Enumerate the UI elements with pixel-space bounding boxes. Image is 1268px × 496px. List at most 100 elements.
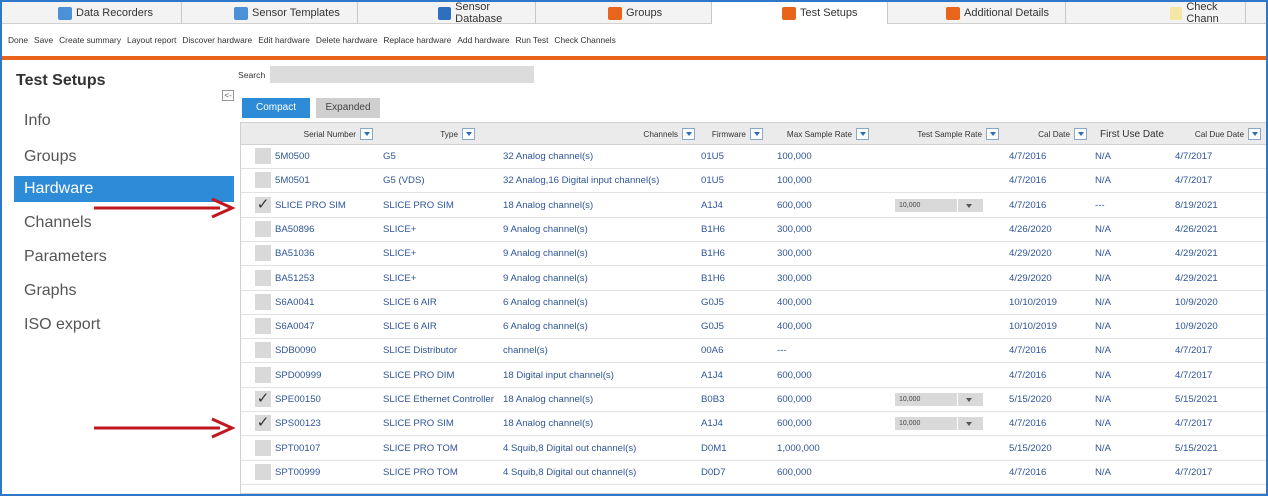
table-row[interactable]: BA50896 SLICE+ 9 Analog channel(s) B1H6 300,… bbox=[241, 218, 1266, 242]
table-row[interactable]: 5M0501 G5 (VDS) 32 Analog,16 Digital input… bbox=[241, 169, 1266, 194]
tab-test-setups[interactable]: Test Setups bbox=[712, 2, 888, 24]
row-checkbox[interactable] bbox=[255, 439, 271, 456]
discover-hardware-button[interactable]: Discover hardware bbox=[182, 35, 252, 45]
tab-additional-details[interactable]: Additional Details bbox=[888, 2, 1066, 24]
filter-dropdown-icon[interactable] bbox=[750, 128, 763, 140]
expanded-view-button[interactable]: Expanded bbox=[316, 98, 380, 118]
row-checkbox[interactable]: ✓ bbox=[255, 391, 271, 407]
filter-dropdown-icon[interactable] bbox=[1074, 128, 1087, 140]
column-header-serial-number[interactable]: Serial Number bbox=[275, 123, 379, 145]
row-checkbox[interactable]: ✓ bbox=[255, 196, 271, 213]
test-sample-rate-select[interactable]: 10,000 bbox=[895, 417, 983, 431]
cell-channels: 18 Analog channel(s) bbox=[503, 394, 594, 405]
table-row[interactable]: SPD00999 SLICE PRO DIM 18 Digital input ch… bbox=[241, 364, 1266, 388]
table-row[interactable]: ✓ SPS00123 SLICE PRO SIM 18 Analog channel(… bbox=[241, 412, 1266, 437]
tab-check-chann[interactable]: Check Chann bbox=[1066, 2, 1246, 25]
replace-hardware-button[interactable]: Replace hardware bbox=[383, 35, 451, 45]
search-input[interactable] bbox=[270, 66, 534, 83]
table-row[interactable]: S6A0041 SLICE 6 AIR 6 Analog channel(s) G0J… bbox=[241, 291, 1266, 315]
column-header-channels[interactable]: Channels bbox=[481, 123, 701, 145]
cell-first-use: N/A bbox=[1095, 466, 1111, 478]
row-checkbox[interactable] bbox=[255, 148, 271, 164]
collapse-sidebar-icon[interactable]: <- bbox=[222, 90, 234, 101]
layout-report-button[interactable]: Layout report bbox=[127, 35, 176, 45]
table-row[interactable]: 5M0500 G5 32 Analog channel(s) 01U5 100,000 4… bbox=[241, 145, 1266, 169]
cell-cal-due: 4/7/2017 bbox=[1175, 175, 1213, 187]
cell-max-rate: 100,000 bbox=[777, 175, 812, 187]
column-header-label: First Use Date bbox=[1100, 128, 1164, 140]
column-header-test-sample-rate[interactable]: Test Sample Rate bbox=[875, 123, 1005, 145]
delete-hardware-button[interactable]: Delete hardware bbox=[316, 35, 377, 45]
cell-first-use: N/A bbox=[1095, 394, 1111, 405]
row-checkbox[interactable] bbox=[255, 293, 271, 310]
filter-dropdown-icon[interactable] bbox=[986, 128, 999, 140]
sidebar-item-iso-export[interactable]: ISO export bbox=[14, 312, 234, 338]
row-checkbox[interactable] bbox=[255, 342, 271, 359]
cell-channels: 6 Analog channel(s) bbox=[503, 296, 588, 308]
cell-first-use: N/A bbox=[1095, 442, 1111, 454]
table-row[interactable]: SDB0090 SLICE Distributor channel(s) 00A6 -… bbox=[241, 339, 1266, 364]
filter-dropdown-icon[interactable] bbox=[1248, 128, 1261, 140]
run-test-button[interactable]: Run Test bbox=[516, 35, 549, 45]
table-row[interactable]: BA51036 SLICE+ 9 Analog channel(s) B1H6 300,… bbox=[241, 242, 1266, 267]
compact-view-button[interactable]: Compact bbox=[242, 98, 310, 118]
cell-cal-due: 8/19/2021 bbox=[1175, 199, 1218, 211]
column-header-type[interactable]: Type bbox=[379, 123, 481, 145]
table-row[interactable]: BA51253 SLICE+ 9 Analog channel(s) B1H6 300,… bbox=[241, 267, 1266, 291]
table-row[interactable]: ✓ SPE00150 SLICE Ethernet Controller 18 Ana… bbox=[241, 388, 1266, 412]
cell-cal-date: 4/7/2016 bbox=[1009, 175, 1047, 187]
column-header-label: Firmware bbox=[711, 129, 746, 139]
row-checkbox[interactable] bbox=[255, 366, 271, 383]
column-header-cal-due-date[interactable]: Cal Due Date bbox=[1175, 123, 1266, 145]
table-row[interactable]: SPT00107 SLICE PRO TOM 4 Squib,8 Digital o… bbox=[241, 437, 1266, 461]
column-header-cal-date[interactable]: Cal Date bbox=[1005, 123, 1093, 145]
sidebar-item-info[interactable]: Info bbox=[14, 108, 234, 134]
done-button[interactable]: Done bbox=[8, 35, 28, 45]
cell-first-use: N/A bbox=[1095, 223, 1111, 235]
row-checkbox[interactable]: ✓ bbox=[255, 415, 271, 432]
column-header-firmware[interactable]: Firmware bbox=[701, 123, 769, 145]
edit-hardware-button[interactable]: Edit hardware bbox=[258, 35, 310, 45]
cell-cal-date: 4/7/2016 bbox=[1009, 199, 1047, 211]
column-header-label: Test Sample Rate bbox=[917, 129, 982, 139]
tab-data-recorders[interactable]: Data Recorders bbox=[2, 2, 182, 24]
filter-dropdown-icon[interactable] bbox=[856, 128, 869, 140]
chevron-down-icon[interactable] bbox=[966, 398, 972, 402]
column-header-label: Type bbox=[440, 129, 458, 139]
sidebar-item-groups[interactable]: Groups bbox=[14, 144, 234, 170]
add-hardware-button[interactable]: Add hardware bbox=[457, 35, 509, 45]
table-row[interactable]: ✓ SLICE PRO SIM SLICE PRO SIM 18 Analog cha… bbox=[241, 194, 1266, 218]
tab-sensor-database[interactable]: Sensor Database bbox=[358, 2, 536, 25]
cell-type: SLICE+ bbox=[383, 272, 417, 284]
check-channels-button[interactable]: Check Channels bbox=[554, 35, 615, 45]
row-checkbox[interactable] bbox=[255, 269, 271, 286]
sidebar-item-parameters[interactable]: Parameters bbox=[14, 244, 234, 270]
row-checkbox[interactable] bbox=[255, 172, 271, 189]
cell-type: SLICE PRO SIM bbox=[383, 199, 454, 211]
row-checkbox[interactable] bbox=[255, 245, 271, 262]
chevron-down-icon[interactable] bbox=[966, 203, 972, 208]
test-sample-rate-select[interactable]: 10,000 bbox=[895, 393, 983, 406]
cell-first-use: N/A bbox=[1095, 151, 1111, 162]
test-sample-rate-select[interactable]: 10,000 bbox=[895, 198, 983, 212]
column-header-max-sample-rate[interactable]: Max Sample Rate bbox=[769, 123, 875, 145]
filter-dropdown-icon[interactable] bbox=[682, 128, 695, 140]
table-row[interactable]: SPT00999 SLICE PRO TOM 4 Squib,8 Digital o… bbox=[241, 461, 1266, 485]
tab-sensor-templates[interactable]: Sensor Templates bbox=[182, 2, 358, 24]
groups-icon bbox=[608, 6, 622, 20]
filter-dropdown-icon[interactable] bbox=[462, 128, 475, 140]
cell-type: SLICE PRO DIM bbox=[383, 369, 455, 381]
row-checkbox[interactable] bbox=[255, 220, 271, 237]
tab-groups[interactable]: Groups bbox=[536, 2, 712, 24]
chevron-down-icon[interactable] bbox=[966, 422, 972, 427]
save-button[interactable]: Save bbox=[34, 35, 53, 45]
create-summary-button[interactable]: Create summary bbox=[59, 35, 121, 45]
table-row[interactable]: S6A0047 SLICE 6 AIR 6 Analog channel(s) G0J… bbox=[241, 315, 1266, 340]
row-checkbox[interactable] bbox=[255, 463, 271, 480]
row-checkbox[interactable] bbox=[255, 318, 271, 335]
filter-dropdown-icon[interactable] bbox=[360, 128, 373, 140]
column-header-first-use-date[interactable]: First Use Date bbox=[1093, 123, 1175, 145]
sidebar-item-graphs[interactable]: Graphs bbox=[14, 278, 234, 304]
test-sample-rate-value: 10,000 bbox=[899, 396, 921, 403]
cell-cal-date: 5/15/2020 bbox=[1009, 394, 1052, 405]
